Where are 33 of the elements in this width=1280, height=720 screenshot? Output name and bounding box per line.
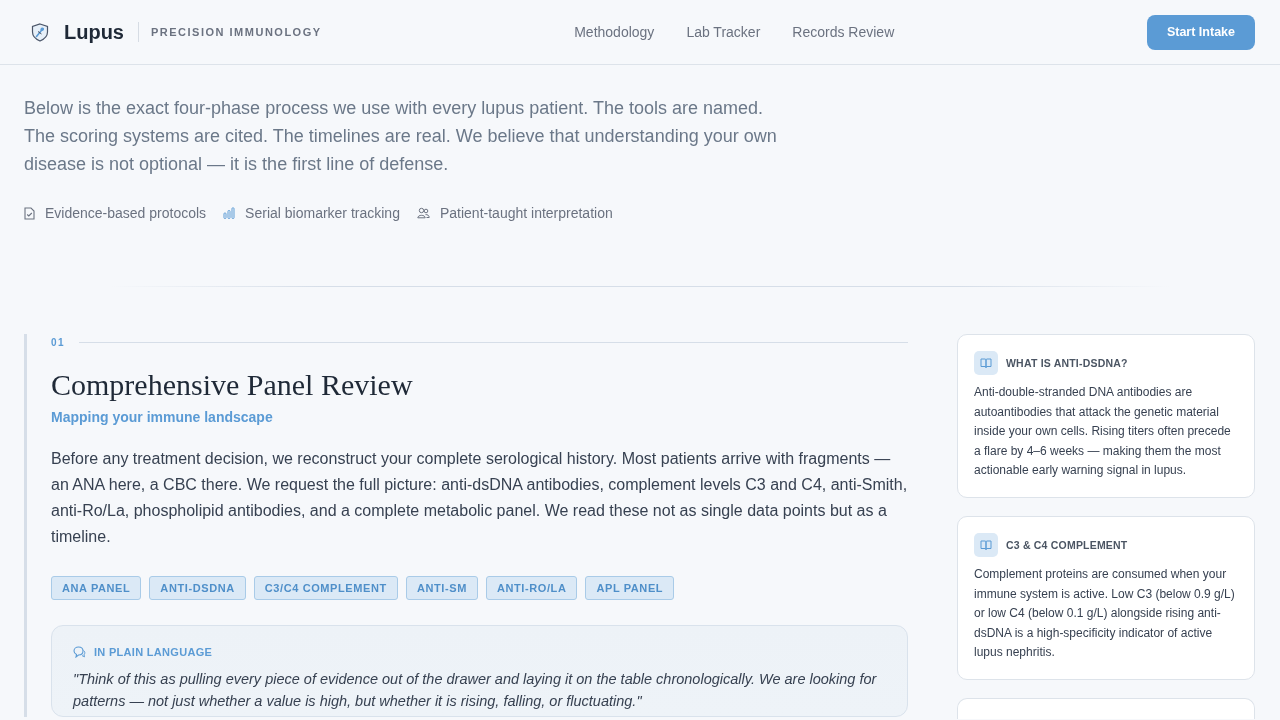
test-tag: APL PANEL [585,576,675,600]
test-tag: C3/C4 COMPLEMENT [253,576,398,600]
card-title: WHAT IS ANTI-DSDNA? [1006,357,1128,369]
feature-label: Serial biomarker tracking [245,204,400,223]
card-text: Anti-double-stranded DNA antibodies are autoantibodies that attack the genetic material inside your own cells. Rising titers often precede a flare by 4–6 weeks — making them the most actionable early warning signal in lupus. [974,384,1232,480]
panel-label: IN PLAIN LANGUAGE [94,646,213,658]
test-tag: ANTI-DSDNA [149,576,246,600]
quote-text: "Think of this as pulling every piece of evidence out of the drawer and laying it on the table chronologically. We are looking for patterns — not just whether a value is high, but whether it is rising, falling, or fluctuating." [73,670,878,711]
start-intake-button[interactable]: Start Intake [1146,14,1255,50]
shield-icon [31,22,49,42]
card-text: Complement proteins are consumed when your immune system is active. Low C3 (below 0.9 g/L) or low C4 (below 0.1 g/L) alongside rising anti-dsDNA is a high-specificity indicator of active lupus nephritis. [974,565,1236,662]
brand-name: Lupus [64,20,124,44]
feature-label: Patient-taught interpretation [439,204,613,223]
test-tag: ANA PANEL [51,576,142,600]
intro-paragraph: Below is the exact four-phase process we use with every lupus patient. The tools are named. The scoring systems are cited. The timelines are real. We believe that understanding your own disease is not optional — it is the first line of defense. [24,97,778,176]
phase-number: 01 [51,336,66,348]
phase-subtitle: Mapping your immune landscape [51,408,274,426]
phase-description: Before any treatment decision, we reconstruct your complete serological history. Most patients arrive with fragments — an ANA here, a CBC there. We request the full picture: anti-dsDNA antibodies, complement levels C3 and C4, anti-Smith, anti-Ro/La, phospholipid antibodies, and a complete metabolic panel. We read these not as single data points but as a timeline. [51,449,908,547]
document-check-icon [24,206,35,220]
card-title: C3 & C4 COMPLEMENT [1006,538,1128,551]
test-tag: ANTI-SM [405,576,478,600]
brand-tagline: PRECISION IMMUNOLOGY [151,26,322,38]
nav-link[interactable]: Methodology [574,24,655,40]
nav-link[interactable]: Records Review [792,24,895,40]
book-icon [974,532,998,557]
users-icon [416,207,430,219]
phase-title: Comprehensive Panel Review [51,367,414,403]
bar-chart-icon [223,207,236,219]
feature-label: Evidence-based protocols [45,204,207,223]
chat-icon [73,646,86,658]
nav-link[interactable]: Lab Tracker [686,24,761,40]
book-icon [974,351,998,375]
test-tag: ANTI-RO/LA [485,576,578,600]
